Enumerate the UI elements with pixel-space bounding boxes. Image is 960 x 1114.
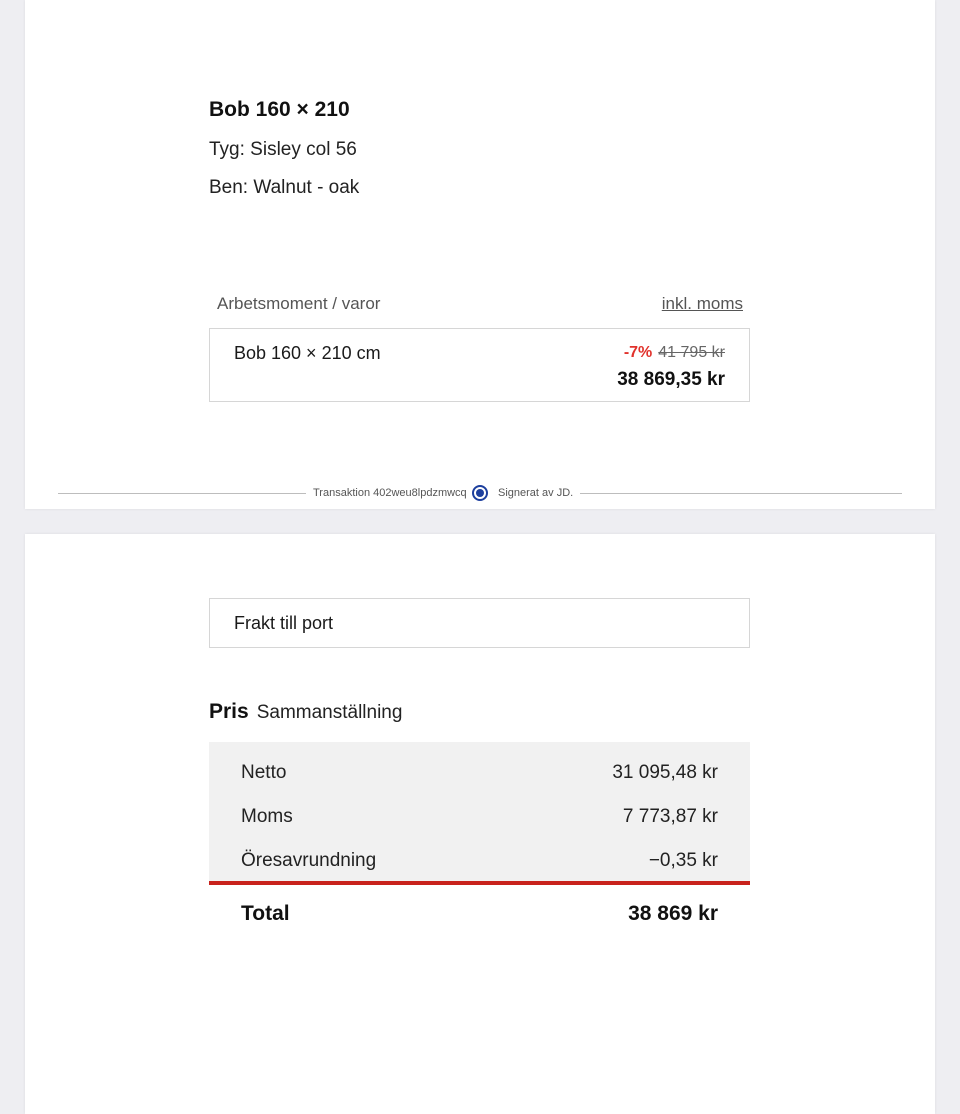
summary-table: Netto 31 095,48 kr Moms 7 773,87 kr Öres…: [209, 742, 750, 882]
total-divider: [209, 881, 750, 885]
summary-heading-sub: Sammanställning: [256, 702, 403, 723]
items-header-right: inkl. moms: [661, 294, 743, 313]
summary-row-rounding: Öresavrundning −0,35 kr: [241, 850, 718, 880]
product-fabric: Tyg: Sisley col 56: [209, 139, 357, 160]
total-row: Total 38 869 kr: [241, 902, 718, 932]
summary-heading-strong: Pris: [209, 700, 249, 723]
signature-divider-right: [580, 493, 902, 494]
item-original-price: 41 795 kr: [658, 344, 725, 361]
summary-row-moms: Moms 7 773,87 kr: [241, 806, 718, 836]
summary-heading: Pris Sammanställning: [209, 700, 402, 724]
summary-label: Öresavrundning: [241, 850, 377, 871]
total-label: Total: [241, 902, 290, 925]
summary-value: −0,35 kr: [648, 850, 718, 871]
shipping-label: Frakt till port: [234, 613, 334, 633]
item-row: Bob 160 × 210 cm -7% 41 795 kr 38 869,35 …: [209, 328, 750, 402]
summary-value: 7 773,87 kr: [622, 806, 718, 827]
total-value: 38 869 kr: [628, 902, 718, 925]
item-name: Bob 160 × 210 cm: [234, 343, 381, 363]
summary-row-netto: Netto 31 095,48 kr: [241, 762, 718, 792]
items-header-left: Arbetsmoment / varor: [217, 294, 381, 313]
signature-seal-icon: [472, 485, 488, 501]
product-legs: Ben: Walnut - oak: [209, 177, 360, 198]
signature-divider-left: [58, 493, 306, 494]
document-page-2: Frakt till port Pris Sammanställning Nett…: [25, 534, 935, 1114]
transaction-id: Transaktion 402weu8lpdzmwcq: [313, 487, 467, 499]
summary-value: 31 095,48 kr: [612, 762, 718, 783]
document-page-1: Bob 160 × 210 Tyg: Sisley col 56 Ben: Wa…: [25, 0, 935, 509]
summary-label: Netto: [241, 762, 287, 783]
item-final-price: 38 869,35 kr: [617, 369, 725, 390]
item-discount: -7%: [623, 344, 653, 361]
product-title: Bob 160 × 210: [209, 98, 350, 121]
shipping-row: Frakt till port: [209, 598, 750, 648]
item-price-original: -7% 41 795 kr: [624, 344, 725, 362]
signed-by: Signerat av JD.: [498, 487, 574, 499]
summary-label: Moms: [241, 806, 293, 827]
